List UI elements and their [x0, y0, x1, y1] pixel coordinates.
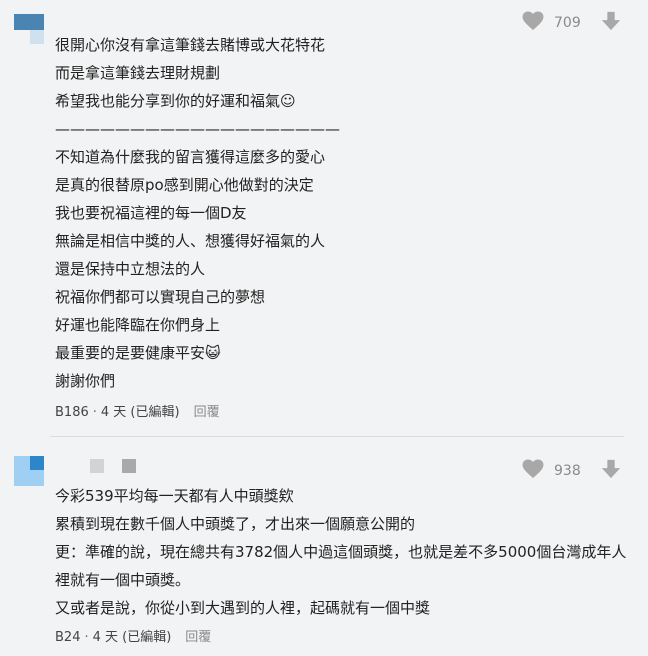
comment-line: 謝謝你們 [55, 372, 116, 390]
separator-dot: · [92, 405, 97, 420]
divider [50, 436, 624, 437]
comment-line: 希望我也能分享到你的好運和福氣☺ [55, 92, 296, 110]
dislike-button[interactable] [600, 458, 622, 484]
comment-meta: B186 · 4 天 (已編輯) 回覆 [55, 401, 220, 420]
heart-icon [522, 459, 544, 483]
comment-body: 很開心你沒有拿這筆錢去賭博或大花特花 而是拿這筆錢去理財規劃 希望我也能分享到你… [55, 31, 340, 395]
reply-button[interactable]: 回覆 [194, 405, 220, 420]
comment: 709 很開心你沒有拿這筆錢去賭博或大花特花 而是拿這筆錢去理財規劃 希望我也能… [0, 0, 648, 437]
comment-line: 今彩539平均每一天都有人中頭獎欸 [55, 487, 294, 505]
comment-line: 很開心你沒有拿這筆錢去賭博或大花特花 [55, 36, 326, 54]
avatar[interactable] [14, 456, 46, 488]
comment-line: 又或者是說，你從小到大遇到的人裡，起碼就有一個中獎 [55, 599, 431, 617]
arrow-down-icon [600, 10, 622, 36]
comment-body: 今彩539平均每一天都有人中頭獎欸 累積到現在數千個人中頭獎了，才出來一個願意公… [55, 482, 631, 622]
comment-time: 4 天 (已編輯) [92, 630, 172, 645]
like-count: 709 [554, 15, 581, 31]
comment-line: 無論是相信中獎的人、想獲得好福氣的人 [55, 232, 326, 250]
comment-line: 是真的很替原po感到開心他做對的決定 [55, 176, 314, 194]
comment-line: 還是保持中立想法的人 [55, 260, 206, 278]
comment-line: 不知道為什麼我的留言獲得這麼多的愛心 [55, 148, 326, 166]
like-count: 938 [554, 463, 581, 479]
comment-line: 祝福你們都可以實現自己的夢想 [55, 288, 266, 306]
comment-line: 好運也能降臨在你們身上 [55, 316, 221, 334]
dislike-button[interactable] [600, 10, 622, 36]
comment-line: 累積到現在數千個人中頭獎了，才出來一個願意公開的 [55, 515, 416, 533]
comment-actions: 709 [522, 10, 622, 36]
arrow-down-icon [600, 458, 622, 484]
comment-line: 我也要祝福這裡的每一個D友 [55, 204, 247, 222]
floor-number: B186 [55, 405, 89, 420]
comment-line: ——————————————————— [55, 120, 340, 138]
comment-meta: B24 · 4 天 (已編輯) 回覆 [55, 626, 211, 645]
comment-time: 4 天 (已編輯) [100, 405, 180, 420]
reply-button[interactable]: 回覆 [185, 630, 211, 645]
comment-line: 更：準確的說，現在總共有3782個人中過這個頭獎，也就是差不多5000個台灣成年… [55, 543, 627, 589]
comment-line: 而是拿這筆錢去理財規劃 [55, 64, 221, 82]
comment-line: 最重要的是要健康平安😺 [55, 344, 221, 362]
separator-dot: · [84, 630, 89, 645]
avatar[interactable] [14, 14, 46, 46]
like-button[interactable]: 709 [522, 11, 588, 35]
like-button[interactable]: 938 [522, 459, 588, 483]
heart-icon [522, 11, 544, 35]
floor-number: B24 [55, 630, 81, 645]
comment: 938 今彩539平均每一天都有人中頭獎欸 累積到現在數千個人中頭獎了，才出來一… [0, 440, 648, 656]
comment-actions: 938 [522, 458, 622, 484]
